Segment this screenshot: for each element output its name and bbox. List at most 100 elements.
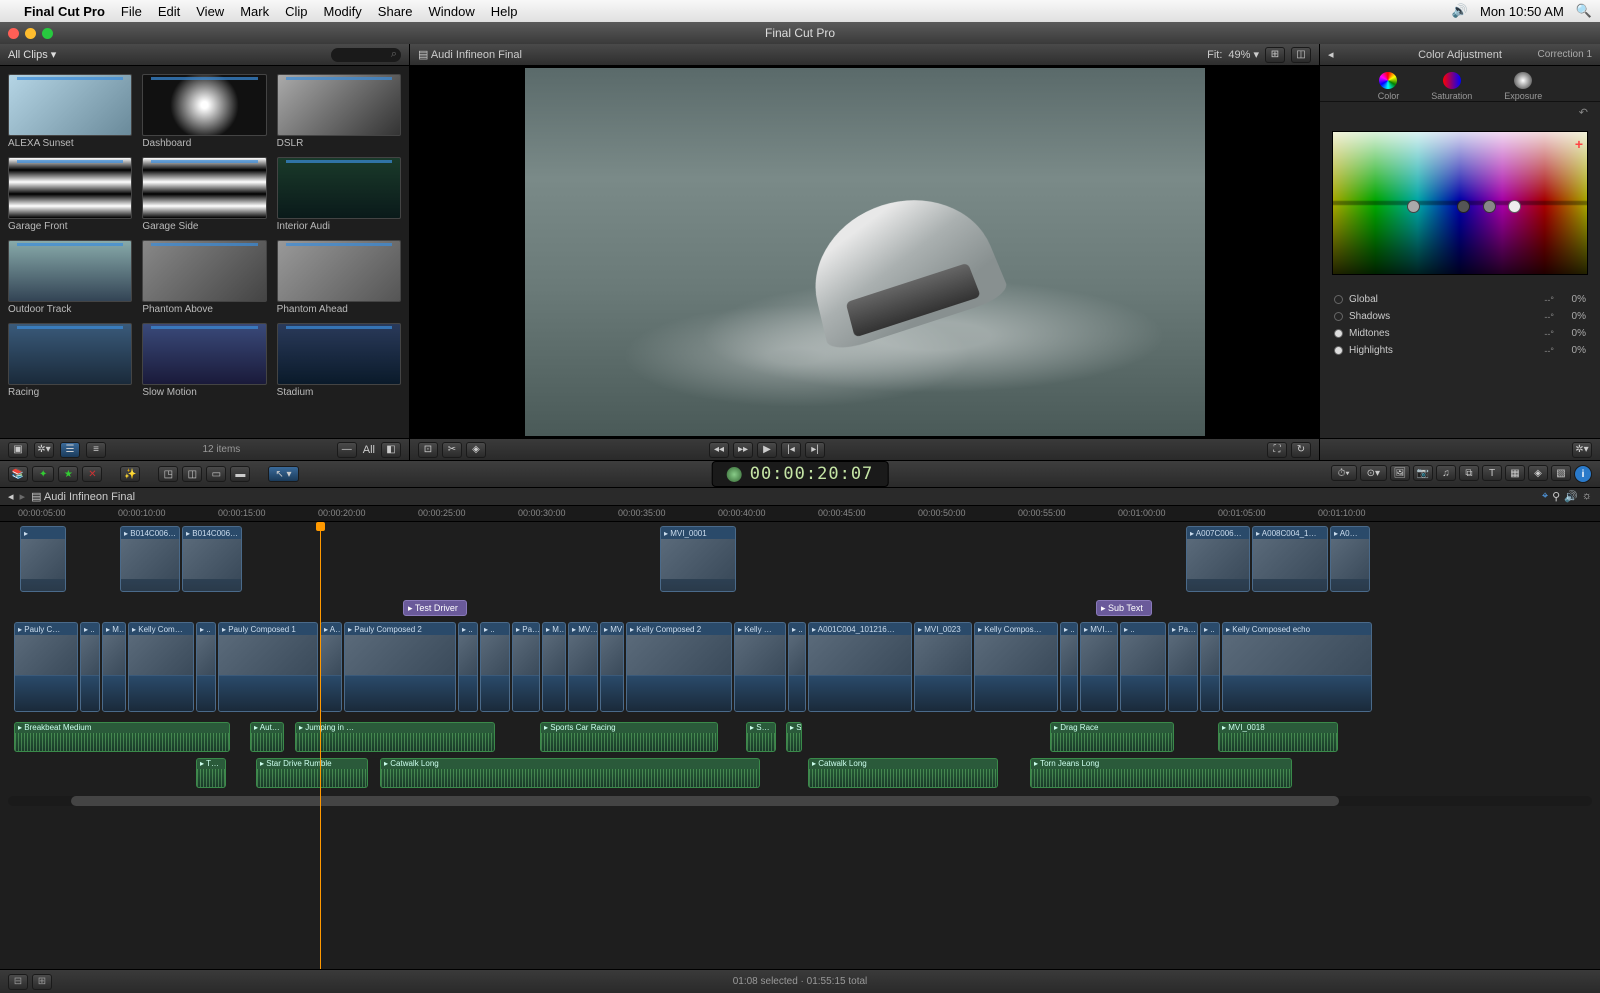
help-menu[interactable]: Help	[491, 4, 518, 19]
history-fwd[interactable]: ▸	[20, 490, 26, 503]
favorite-button[interactable]: ★	[58, 466, 78, 482]
audio-clip[interactable]: ▸ Breakbeat Medium	[14, 722, 230, 752]
exposure-tab[interactable]: Exposure	[1504, 72, 1542, 101]
primary-clip[interactable]: ▸ MV…	[600, 622, 624, 712]
generators-browser[interactable]: ▦	[1505, 465, 1525, 481]
clip-item[interactable]: Garage Side	[142, 157, 266, 232]
primary-clip[interactable]: ▸ Kelly Composed echo	[1222, 622, 1372, 712]
import-button[interactable]: ▣	[8, 442, 28, 458]
primary-clip[interactable]: ▸ M…	[102, 622, 126, 712]
music-browser[interactable]: ♫	[1436, 465, 1456, 481]
audio-clip[interactable]: ▸ Catwalk Long	[808, 758, 998, 788]
audio-clip[interactable]: ▸ Torn Jeans Long	[1030, 758, 1292, 788]
connect-button[interactable]: ◳	[158, 466, 178, 482]
select-tool[interactable]: ↖ ▾	[268, 466, 298, 482]
timeline-appearance[interactable]: ⊞	[32, 974, 52, 990]
timeline-body[interactable]: ▸ ▸ B014C006…▸ B014C006…▸ MVI_0001▸ A007…	[0, 522, 1600, 969]
zoom-button[interactable]	[42, 28, 53, 39]
clip-item[interactable]: Phantom Ahead	[277, 240, 401, 315]
crop-button[interactable]: ✂	[442, 442, 462, 458]
mark-menu[interactable]: Mark	[240, 4, 269, 19]
clip-appearance[interactable]: ◧	[381, 442, 401, 458]
primary-clip[interactable]: ▸ ..	[1200, 622, 1220, 712]
primary-clip[interactable]: ▸ Kelly Composed 2	[626, 622, 732, 712]
retime-menu[interactable]: ⏱▾	[1331, 465, 1357, 481]
connected-clip[interactable]: ▸ A007C006…	[1186, 526, 1250, 592]
share-menu[interactable]: Share	[378, 4, 413, 19]
effects-browser[interactable]: ▧	[1551, 465, 1571, 481]
overwrite-button[interactable]: ▬	[230, 466, 250, 482]
browser-title[interactable]: All Clips ▾	[8, 48, 56, 61]
clip-item[interactable]: Racing	[8, 323, 132, 398]
primary-clip[interactable]: ▸ M…	[542, 622, 566, 712]
audio-clip[interactable]: ▸ Catwalk Long	[380, 758, 760, 788]
audio-clip[interactable]: ▸ Jumping in …	[295, 722, 495, 752]
append-button[interactable]: ▭	[206, 466, 226, 482]
minimize-button[interactable]	[25, 28, 36, 39]
keyword-button[interactable]: ✦	[32, 466, 54, 482]
add-puck-icon[interactable]: +	[1575, 136, 1583, 152]
file-menu[interactable]: File	[121, 4, 142, 19]
view-menu[interactable]: View	[196, 4, 224, 19]
color-board[interactable]: +	[1332, 131, 1588, 275]
global-puck[interactable]	[1407, 200, 1420, 213]
connected-clip[interactable]: ▸ MVI_0001	[660, 526, 736, 592]
primary-clip[interactable]: ▸ Kelly …	[734, 622, 786, 712]
skimming-button[interactable]: ⚲	[1552, 490, 1560, 503]
filmstrip-view[interactable]: ☰	[60, 442, 80, 458]
primary-clip[interactable]: ▸ ..	[480, 622, 510, 712]
back-button[interactable]: ◂	[1328, 48, 1334, 61]
next-frame-button[interactable]: ▸|	[805, 442, 825, 458]
history-back[interactable]: ◂	[8, 490, 14, 503]
shadows-puck[interactable]	[1457, 200, 1470, 213]
clip-item[interactable]: Slow Motion	[142, 323, 266, 398]
action-menu[interactable]: ✲▾	[34, 442, 54, 458]
reject-button[interactable]: ✕	[82, 466, 102, 482]
title-clip[interactable]: ▸ Test Driver	[403, 600, 467, 616]
clip-item[interactable]: Phantom Above	[142, 240, 266, 315]
prev-frame-button[interactable]: |◂	[781, 442, 801, 458]
clip-item[interactable]: ALEXA Sunset	[8, 74, 132, 149]
clip-item[interactable]: Outdoor Track	[8, 240, 132, 315]
highlights-puck[interactable]	[1508, 200, 1521, 213]
themes-browser[interactable]: ◈	[1528, 465, 1548, 481]
insert-button[interactable]: ◫	[182, 466, 202, 482]
list-view[interactable]: ≡	[86, 442, 106, 458]
connected-clip[interactable]: ▸	[20, 526, 66, 592]
primary-clip[interactable]: ▸ Kelly Compos…	[974, 622, 1058, 712]
volume-icon[interactable]: 🔊	[1452, 3, 1468, 19]
audio-clip[interactable]: ▸ Star Drive Rumble	[256, 758, 368, 788]
primary-clip[interactable]: ▸ Pauly C…	[14, 622, 78, 712]
highlights-row[interactable]: Highlights--°0%	[1334, 342, 1586, 359]
clip-size-slider[interactable]: —	[337, 442, 357, 458]
camera-browser[interactable]: 📷	[1413, 465, 1433, 481]
primary-clip[interactable]: ▸ ..	[196, 622, 216, 712]
play-button[interactable]: ▶	[757, 442, 777, 458]
connected-clip[interactable]: ▸ A0…	[1330, 526, 1370, 592]
audio-clip[interactable]: ▸ T…	[196, 758, 226, 788]
primary-clip[interactable]: ▸ Pauly Composed 2	[344, 622, 456, 712]
audio-skim-button[interactable]: 🔊	[1564, 490, 1578, 503]
saturation-tab[interactable]: Saturation	[1431, 72, 1472, 101]
primary-clip[interactable]: ▸ Pa…	[1168, 622, 1198, 712]
viewer-switch[interactable]: ◫	[1291, 47, 1311, 63]
app-menu[interactable]: Final Cut Pro	[24, 4, 105, 19]
viewer-canvas[interactable]	[410, 66, 1319, 438]
midtones-row[interactable]: Midtones--°0%	[1334, 325, 1586, 342]
correction-select[interactable]: Correction 1	[1538, 49, 1592, 60]
global-row[interactable]: Global--°0%	[1334, 291, 1586, 308]
library-button[interactable]: 📚	[8, 466, 28, 482]
modify-menu[interactable]: Modify	[324, 4, 362, 19]
clip-item[interactable]: Garage Front	[8, 157, 132, 232]
connected-clip[interactable]: ▸ B014C006…	[182, 526, 242, 592]
transform-button[interactable]: ⊡	[418, 442, 438, 458]
titles-browser[interactable]: T	[1482, 465, 1502, 481]
inspector-toggle[interactable]: i	[1574, 465, 1592, 483]
snapping-button[interactable]: ⌖	[1542, 490, 1548, 503]
audio-clip[interactable]: ▸ Sports Car Racing	[540, 722, 718, 752]
browser-search[interactable]: ⌕	[331, 48, 401, 62]
primary-clip[interactable]: ▸ ..	[1120, 622, 1166, 712]
distort-button[interactable]: ◈	[466, 442, 486, 458]
primary-clip[interactable]: ▸ A…	[320, 622, 342, 712]
color-tab[interactable]: Color	[1378, 72, 1400, 101]
